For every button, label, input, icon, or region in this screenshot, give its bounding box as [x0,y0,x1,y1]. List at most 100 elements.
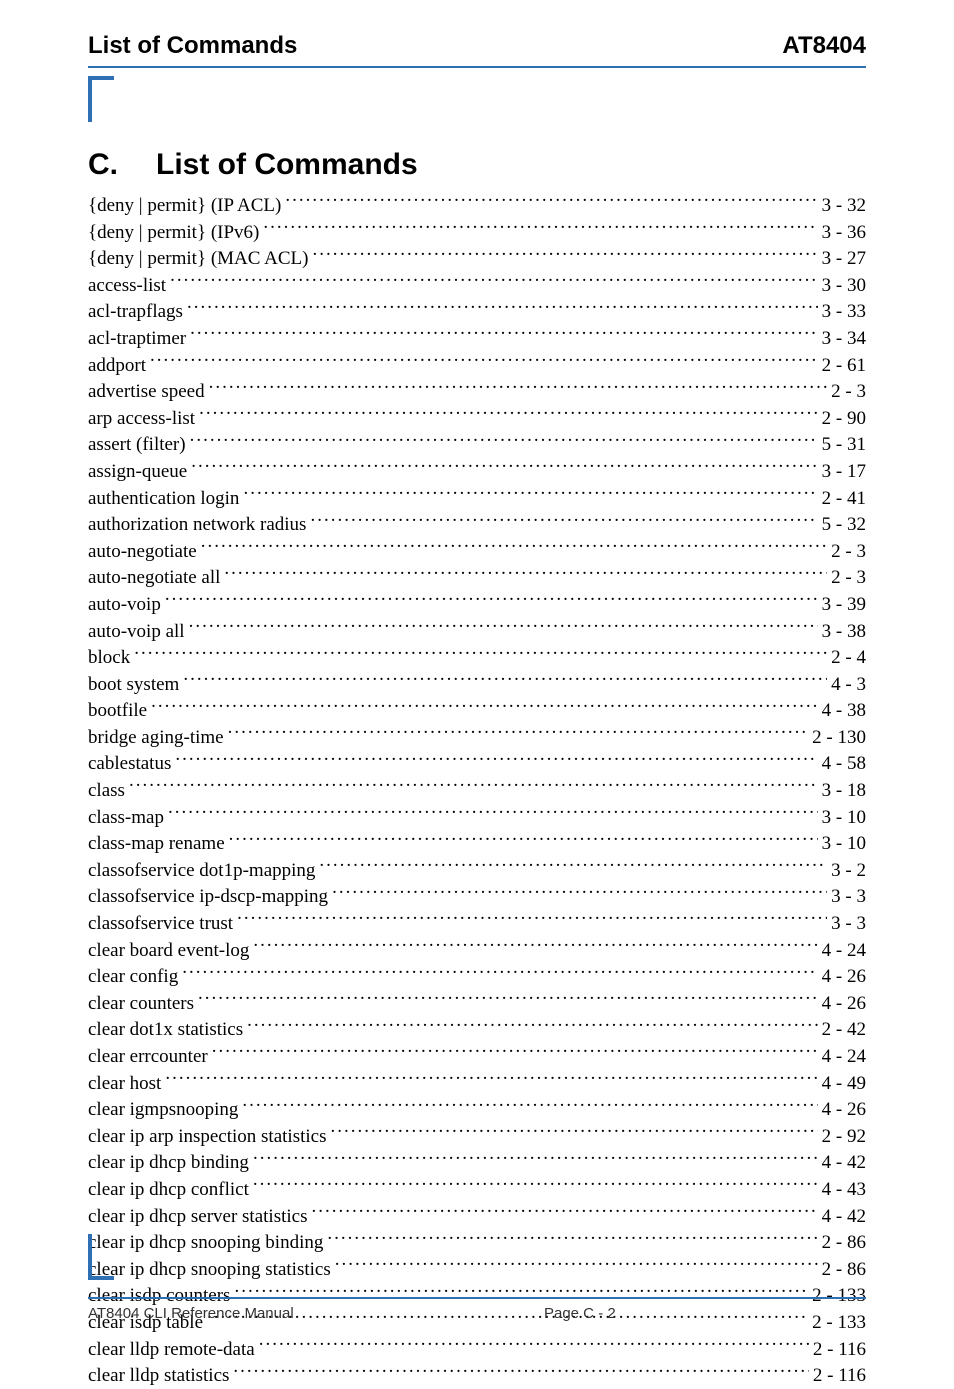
toc-row[interactable]: auto-negotiate all2 - 3 [88,564,866,591]
toc-row[interactable]: classofservice trust3 - 3 [88,910,866,937]
toc-entry-label: clear errcounter [88,1045,208,1070]
toc-entry-label: clear ip dhcp conflict [88,1178,249,1203]
toc-entry-page: 4 - 42 [822,1151,866,1176]
toc-row[interactable]: clear ip dhcp conflict4 - 43 [88,1176,866,1203]
toc-row[interactable]: assign-queue3 - 17 [88,458,866,485]
page-header: List of Commands AT8404 [88,32,866,60]
toc-row[interactable]: clear counters4 - 26 [88,990,866,1017]
toc-row[interactable]: bootfile4 - 38 [88,697,866,724]
toc-entry-label: class-map [88,806,164,831]
toc-entry-page: 2 - 41 [822,487,866,512]
toc-entry-label: clear dot1x statistics [88,1018,243,1043]
toc-entry-page: 4 - 3 [831,673,866,698]
toc-leader-dots [327,1229,817,1248]
toc-leader-dots [209,378,828,397]
toc-row[interactable]: clear ip arp inspection statistics2 - 92 [88,1123,866,1150]
toc-entry-page: 4 - 49 [822,1072,866,1097]
toc-leader-dots [310,511,817,530]
toc-leader-dots [224,564,827,583]
toc-entry-label: auto-voip all [88,620,185,645]
toc-row[interactable]: clear ip dhcp server statistics4 - 42 [88,1203,866,1230]
toc-row[interactable]: arp access-list 2 - 90 [88,405,866,432]
section-heading: C. List of Commands [88,148,866,182]
toc-row[interactable]: class-map3 - 10 [88,804,866,831]
toc-row[interactable]: class3 - 18 [88,777,866,804]
toc-row[interactable]: clear config4 - 26 [88,963,866,990]
toc-row[interactable]: auto-voip all 3 - 38 [88,618,866,645]
toc-entry-label: classofservice dot1p-mapping [88,859,315,884]
section-title-text: List of Commands [156,148,418,182]
toc-leader-dots [228,724,809,743]
toc-row[interactable]: clear lldp statistics2 - 116 [88,1362,866,1389]
toc-row[interactable]: clear board event-log4 - 24 [88,937,866,964]
toc-leader-dots [187,298,818,317]
header-right: AT8404 [782,32,866,60]
toc-entry-page: 4 - 58 [822,752,866,777]
toc-row[interactable]: classofservice ip-dscp-mapping3 - 3 [88,883,866,910]
toc-row[interactable]: authorization network radius5 - 32 [88,511,866,538]
header-rule [88,66,866,68]
toc-row[interactable]: cablestatus4 - 58 [88,750,866,777]
toc-entry-label: bridge aging-time [88,726,224,751]
toc-leader-dots [201,538,827,557]
toc-row[interactable]: addport2 - 61 [88,352,866,379]
footer-left: AT8404 CLI Reference Manual [88,1305,294,1322]
toc-row[interactable]: authentication login2 - 41 [88,485,866,512]
toc-row[interactable]: boot system4 - 3 [88,671,866,698]
toc-row[interactable]: classofservice dot1p-mapping3 - 2 [88,857,866,884]
toc-row[interactable]: {deny | permit} (IPv6)3 - 36 [88,219,866,246]
toc-entry-label: arp access-list [88,407,195,432]
toc-entry-page: 2 - 90 [822,407,866,432]
toc-entry-page: 5 - 31 [822,433,866,458]
toc-leader-dots [165,1070,817,1089]
toc-entry-label: classofservice ip-dscp-mapping [88,885,328,910]
toc-entry-label: access-list [88,274,166,299]
toc-row[interactable]: {deny | permit} (MAC ACL)3 - 27 [88,245,866,272]
corner-bottom-left-decoration [88,1234,114,1280]
toc-leader-dots [165,591,818,610]
toc-entry-label: clear ip dhcp binding [88,1151,249,1176]
page-footer: AT8404 CLI Reference Manual Page C - 2 [88,1297,866,1322]
page: List of Commands AT8404 C. List of Comma… [0,0,954,1350]
toc-row[interactable]: block2 - 4 [88,644,866,671]
toc-entry-page: 4 - 26 [822,992,866,1017]
toc-row[interactable]: clear host4 - 49 [88,1070,866,1097]
toc-entry-label: clear config [88,965,178,990]
toc-row[interactable]: clear lldp remote-data2 - 116 [88,1336,866,1363]
toc-entry-page: 3 - 17 [822,460,866,485]
toc-entry-label: clear ip arp inspection statistics [88,1125,326,1150]
toc-row[interactable]: clear igmpsnooping4 - 26 [88,1096,866,1123]
toc-leader-dots [253,1176,818,1195]
toc-row[interactable]: access-list3 - 30 [88,272,866,299]
toc-leader-dots [199,405,818,424]
toc-row[interactable]: clear ip dhcp snooping statistics2 - 86 [88,1256,866,1283]
toc-row[interactable]: auto-negotiate2 - 3 [88,538,866,565]
toc-entry-page: 3 - 27 [822,247,866,272]
toc-row[interactable]: advertise speed2 - 3 [88,378,866,405]
toc-entry-label: clear ip dhcp snooping binding [88,1231,323,1256]
toc-leader-dots [335,1256,818,1275]
toc-row[interactable]: clear ip dhcp binding 4 - 42 [88,1149,866,1176]
toc-row[interactable]: clear errcounter4 - 24 [88,1043,866,1070]
toc-entry-page: 2 - 86 [822,1231,866,1256]
toc-row[interactable]: assert (filter)5 - 31 [88,431,866,458]
toc-leader-dots [229,830,818,849]
toc-row[interactable]: acl-trapflags3 - 33 [88,298,866,325]
toc-leader-dots [253,1149,818,1168]
toc-entry-page: 2 - 42 [822,1018,866,1043]
toc-entry-page: 2 - 3 [831,566,866,591]
toc-leader-dots [168,804,818,823]
toc-row[interactable]: class-map rename3 - 10 [88,830,866,857]
toc-entry-page: 3 - 38 [822,620,866,645]
toc-row[interactable]: {deny | permit} (IP ACL)3 - 32 [88,192,866,219]
toc-row[interactable]: bridge aging-time2 - 130 [88,724,866,751]
toc-leader-dots [151,697,818,716]
toc-row[interactable]: acl-traptimer3 - 34 [88,325,866,352]
toc-row[interactable]: auto-voip3 - 39 [88,591,866,618]
toc-leader-dots [183,671,827,690]
toc-entry-page: 3 - 33 [822,300,866,325]
toc-entry-label: bootfile [88,699,147,724]
toc-row[interactable]: clear dot1x statistics 2 - 42 [88,1016,866,1043]
corner-top-left-decoration [88,76,114,122]
toc-row[interactable]: clear ip dhcp snooping binding 2 - 86 [88,1229,866,1256]
